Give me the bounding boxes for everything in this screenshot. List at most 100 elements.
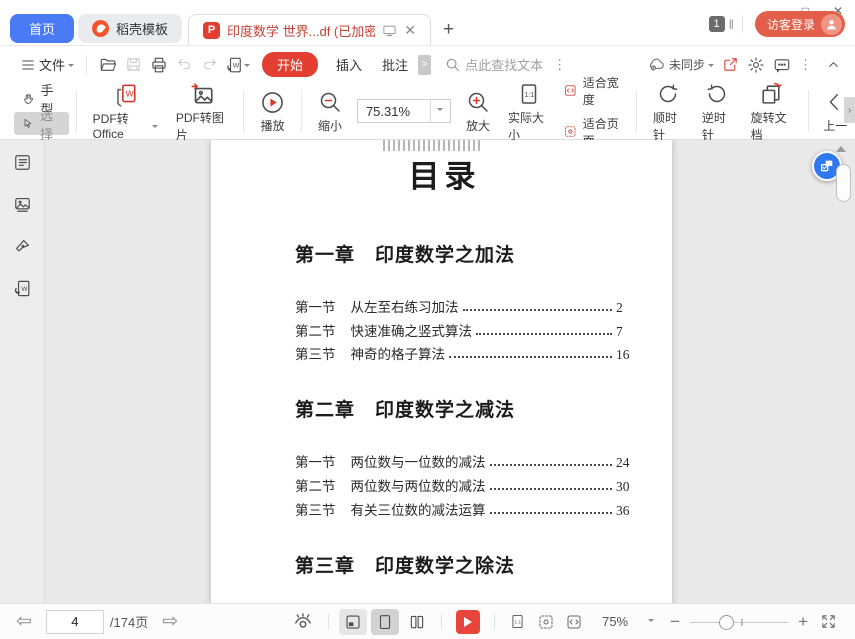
zoom-level-input[interactable] (357, 100, 430, 122)
tab-docer-label: 稻壳模板 (116, 22, 169, 37)
find-text-button[interactable]: 点此查找文本 ⋮ (441, 51, 574, 78)
slider-track (690, 621, 789, 623)
titlebar: ─ □ ✕ 首页 稻壳模板 P 印度数学 世界...df (已加密) ✕ + 1… (0, 0, 855, 46)
rotate-document-button[interactable]: 旋转文档 (742, 78, 801, 145)
more-menu-icon[interactable]: ⋮ (795, 57, 816, 73)
pdf-to-office-button[interactable]: W PDF转Office (84, 79, 167, 143)
page-number-input[interactable] (45, 609, 104, 634)
section-label: 第二节 (295, 323, 336, 339)
zoom-in-statusbar-button[interactable]: + (792, 613, 814, 630)
zoom-level-combobox[interactable] (356, 99, 451, 123)
divider (301, 90, 302, 132)
toc-row: 第一节 从左至右练习加法 2 (295, 292, 630, 316)
collapse-ribbon-button[interactable] (822, 53, 845, 76)
select-tool-button[interactable]: 选择 (14, 108, 69, 142)
sync-status[interactable]: 未同步 (643, 51, 718, 78)
play-button[interactable]: 播放 (251, 86, 294, 136)
fit-width-statusbar-button[interactable] (560, 614, 588, 630)
rotate-clockwise-label: 顺时针 (653, 110, 678, 142)
ribbon-expand-button[interactable]: > (418, 54, 432, 75)
slider-knob[interactable] (719, 614, 735, 630)
ribbon-tab-start[interactable]: 开始 (262, 52, 319, 77)
section-title: 有关三位数的减法运算 (350, 502, 486, 518)
actual-size-button[interactable]: 1:1 实际大小 (499, 78, 558, 145)
divider (243, 90, 245, 132)
tab-home[interactable]: 首页 (10, 14, 74, 43)
toc-row: 第三节 神奇的格子算法 16 (295, 340, 630, 364)
search-icon (446, 58, 460, 71)
document-canvas[interactable]: 目录 第一章 印度数学之加法 第一节 从左至右练习加法 2 第二节 快速准确之竖式算法 7 第… (45, 140, 855, 603)
tab-count-badge[interactable]: 1 (708, 16, 725, 32)
zoom-in-button[interactable]: 放大 (457, 86, 499, 136)
zoom-out-statusbar-button[interactable]: − (664, 613, 686, 630)
close-tab-icon[interactable]: ✕ (404, 22, 416, 39)
page-number: 30 (616, 478, 630, 494)
svg-text:1:1: 1:1 (514, 620, 521, 626)
zoom-dropdown-icon[interactable] (648, 618, 655, 625)
leader-dots (476, 332, 612, 335)
export-to-word-button[interactable]: W (222, 52, 254, 78)
zoom-slider[interactable] (690, 614, 789, 630)
previous-page-button[interactable]: ⇦ (12, 612, 36, 631)
actual-size-statusbar-button[interactable]: 1:1 (503, 613, 532, 630)
rotate-document-icon (762, 82, 782, 104)
settings-button[interactable] (743, 52, 769, 78)
leader-dots (462, 308, 612, 311)
svg-text:W: W (233, 62, 240, 69)
share-button[interactable] (718, 52, 743, 77)
tab-document[interactable]: P 印度数学 世界...df (已加密) ✕ (188, 14, 432, 45)
two-page-view-button[interactable] (403, 609, 431, 635)
print-button[interactable] (146, 52, 172, 78)
rotate-counterclockwise-button[interactable]: 逆时针 (693, 78, 742, 145)
tab-list-icon[interactable]: ‖ (729, 17, 735, 32)
redo-button[interactable] (197, 52, 222, 77)
save-icon (127, 58, 140, 71)
scrollbar-thumb[interactable] (836, 164, 851, 202)
pdf-page[interactable]: 目录 第一章 印度数学之加法 第一节 从左至右练习加法 2 第二节 快速准确之竖式算法 7 第… (211, 140, 672, 603)
thumbnail-panel-button[interactable] (8, 190, 36, 218)
image-icon (14, 197, 30, 212)
play-slideshow-button[interactable] (456, 609, 481, 634)
actual-size-label: 实际大小 (507, 110, 544, 142)
reading-mode-icon (346, 614, 360, 629)
export-word-panel-button[interactable]: W (8, 274, 36, 302)
next-page-button[interactable]: ⇨ (158, 612, 182, 631)
scrollbar-up-arrow[interactable] (836, 146, 846, 152)
ribbon-tab-comment[interactable]: 批注 (372, 51, 418, 78)
eye-protection-button[interactable] (286, 611, 320, 633)
file-menu[interactable]: 文件 (16, 51, 78, 78)
more-dots-icon[interactable]: ⋮ (549, 57, 570, 73)
open-file-button[interactable] (95, 52, 121, 78)
pdf-to-image-button[interactable]: PDF转图片 (167, 78, 236, 145)
annotation-pen-button[interactable] (8, 232, 36, 260)
fit-page-statusbar-button[interactable] (532, 614, 560, 630)
undo-button[interactable] (172, 52, 197, 77)
page-number: 2 (616, 299, 623, 315)
leader-dots (489, 464, 612, 467)
tab-docer-templates[interactable]: 稻壳模板 (78, 14, 183, 43)
single-page-view-button[interactable] (371, 608, 400, 635)
reading-mode-button[interactable] (339, 608, 368, 635)
save-button[interactable] (121, 52, 146, 77)
fullscreen-button[interactable] (814, 613, 843, 630)
file-menu-label: 文件 (39, 58, 66, 73)
fit-width-button[interactable]: 适合宽度 (564, 74, 623, 108)
section-title: 两位数与一位数的减法 (350, 455, 486, 471)
eye-icon (295, 612, 312, 628)
zoom-dropdown-button[interactable] (429, 100, 450, 122)
new-tab-button[interactable]: + (431, 19, 466, 45)
outline-panel-button[interactable] (8, 148, 36, 176)
feedback-button[interactable] (769, 52, 795, 78)
chevron-down-icon (708, 63, 714, 70)
svg-text:W: W (126, 89, 135, 99)
comment-icon (774, 58, 790, 72)
rotate-clockwise-button[interactable]: 顺时针 (644, 78, 693, 145)
ribbon-tab-insert[interactable]: 插入 (326, 51, 372, 78)
zoom-out-button[interactable]: 缩小 (309, 86, 351, 136)
toc-chapter: 第二章 印度数学之减法 第一节 两位数与一位数的减法 24 第二节 两位数与两位数的减法 3… (295, 395, 630, 518)
fit-width-icon (565, 85, 576, 96)
guest-login-button[interactable]: 访客登录 (754, 11, 845, 37)
toolbar-expand-button[interactable]: › (844, 97, 855, 123)
zoom-out-icon (320, 92, 340, 112)
detach-window-icon[interactable] (382, 23, 397, 38)
